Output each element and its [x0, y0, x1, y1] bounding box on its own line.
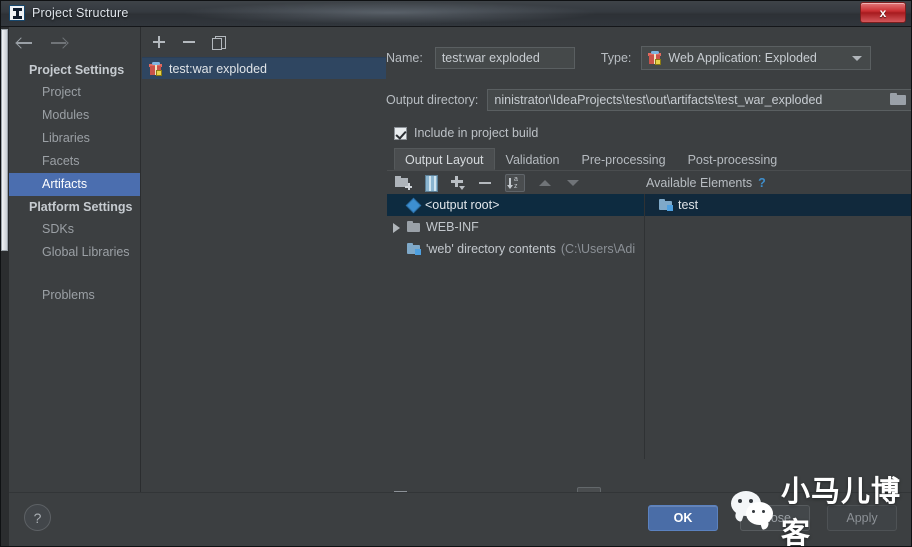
output-layout-tree: <output root> WEB-INF 'web' directory co… — [387, 194, 645, 459]
sort-by-name-icon[interactable]: az — [505, 173, 525, 192]
artifact-name-label: test:war exploded — [169, 61, 267, 76]
sidebar-item-project[interactable]: Project — [9, 81, 140, 104]
war-exploded-icon — [149, 61, 163, 76]
create-directory-icon[interactable] — [395, 175, 412, 190]
artifact-tabs: Output Layout Validation Pre-processing … — [394, 148, 789, 170]
add-artifact-icon[interactable] — [151, 34, 167, 50]
window-scrollbar[interactable] — [0, 27, 9, 547]
ok-button[interactable]: OK — [648, 505, 718, 531]
sidebar-item-problems[interactable]: Problems — [9, 284, 140, 307]
add-element-icon[interactable] — [449, 175, 465, 191]
available-elements-label: Available Elements — [646, 176, 753, 190]
window-body: Project Settings Project Modules Librari… — [0, 27, 912, 547]
include-in-build-label: Include in project build — [414, 126, 539, 140]
tree-row[interactable]: test — [645, 194, 911, 216]
list-item[interactable]: test:war exploded — [142, 57, 386, 79]
tree-row-label: test — [678, 198, 699, 212]
available-elements-header: Available Elements ? — [646, 171, 766, 195]
module-icon — [659, 199, 673, 211]
sidebar-item-modules[interactable]: Modules — [9, 104, 140, 127]
help-question-icon[interactable]: ? — [758, 171, 766, 195]
artifacts-toolbar — [142, 27, 386, 57]
name-type-row: Name: test:war exploded Type: Web Applic… — [386, 45, 912, 71]
artifact-detail-panel: Name: test:war exploded Type: Web Applic… — [386, 27, 912, 519]
tab-validation[interactable]: Validation — [494, 148, 571, 170]
remove-element-icon[interactable] — [477, 175, 493, 191]
output-directory-label: Output directory: — [386, 93, 479, 107]
forward-arrow-icon[interactable] — [49, 35, 69, 51]
remove-artifact-icon[interactable] — [181, 34, 197, 50]
sidebar-nav-arrows — [9, 27, 140, 59]
sidebar-group-project-settings: Project Settings — [29, 63, 125, 77]
tree-row[interactable]: <output root> — [387, 194, 644, 216]
tab-post-processing[interactable]: Post-processing — [676, 148, 789, 170]
artifact-name-input[interactable]: test:war exploded — [434, 47, 575, 69]
include-in-build-row[interactable]: Include in project build — [394, 126, 538, 140]
tree-row-detail: (C:\Users\Adi — [560, 242, 636, 256]
artifact-root-icon — [407, 199, 420, 212]
web-application-exploded-icon — [648, 51, 662, 65]
move-up-icon[interactable] — [537, 175, 553, 191]
dialog-footer: ? OK Close Apply — [9, 492, 912, 547]
apply-button[interactable]: Apply — [827, 505, 897, 531]
available-elements-tree: test — [645, 194, 911, 459]
window-titlebar: Project Structure x — [0, 0, 912, 27]
window-title: Project Structure — [32, 6, 129, 20]
tree-row[interactable]: 'web' directory contents (C:\Users\Adi — [387, 238, 644, 260]
tree-row-label: WEB-INF — [426, 220, 479, 234]
close-window-button[interactable]: x — [860, 2, 906, 23]
sidebar-divider — [9, 264, 140, 284]
settings-sidebar: Project Settings Project Modules Librari… — [9, 27, 141, 519]
folder-icon — [407, 221, 421, 233]
folder-link-icon — [407, 243, 421, 255]
close-button[interactable]: Close — [740, 505, 810, 531]
back-arrow-icon[interactable] — [15, 35, 35, 51]
output-layout-toolbar: az Available Elements ? — [387, 170, 912, 194]
sidebar-group-platform-settings: Platform Settings — [29, 200, 133, 214]
artifacts-list: test:war exploded — [142, 57, 386, 519]
tab-pre-processing[interactable]: Pre-processing — [570, 148, 677, 170]
sidebar-item-sdks[interactable]: SDKs — [9, 218, 140, 241]
chevron-down-icon — [852, 56, 863, 61]
sidebar-item-facets[interactable]: Facets — [9, 150, 140, 173]
tree-row[interactable]: WEB-INF — [387, 216, 644, 238]
artifact-type-dropdown[interactable]: Web Application: Exploded — [641, 46, 872, 70]
create-archive-icon[interactable] — [424, 175, 438, 192]
copy-artifact-icon[interactable] — [211, 34, 227, 50]
sidebar-item-libraries[interactable]: Libraries — [9, 127, 140, 150]
output-directory-value: ninistrator\IdeaProjects\test\out\artifa… — [494, 93, 823, 107]
project-structure-window: Project Structure x Project Settings Pro… — [0, 0, 912, 547]
browse-folder-button[interactable] — [890, 93, 908, 108]
type-group: Type: Web Application: Exploded — [601, 46, 872, 70]
output-directory-input[interactable]: ninistrator\IdeaProjects\test\out\artifa… — [487, 89, 912, 111]
tab-output-layout[interactable]: Output Layout — [394, 148, 495, 170]
tree-row-label: <output root> — [425, 198, 500, 212]
artifacts-list-panel: test:war exploded — [142, 27, 386, 519]
move-down-icon[interactable] — [565, 175, 581, 191]
expand-toggle-icon[interactable] — [391, 222, 402, 233]
help-button[interactable]: ? — [24, 504, 51, 531]
sidebar-item-global-libraries[interactable]: Global Libraries — [9, 241, 140, 264]
intellij-idea-icon — [9, 5, 25, 21]
type-label: Type: — [600, 51, 632, 65]
output-directory-row: Output directory: ninistrator\IdeaProjec… — [386, 87, 912, 113]
artifact-type-value: Web Application: Exploded — [668, 51, 817, 65]
sidebar-item-artifacts[interactable]: Artifacts — [9, 173, 140, 196]
tree-row-label: 'web' directory contents — [426, 242, 556, 256]
output-tree-hscrollbar-track[interactable] — [387, 464, 645, 473]
include-in-build-checkbox[interactable] — [394, 126, 407, 140]
name-label: Name: — [386, 51, 423, 65]
window-scrollbar-thumb[interactable] — [1, 29, 8, 251]
